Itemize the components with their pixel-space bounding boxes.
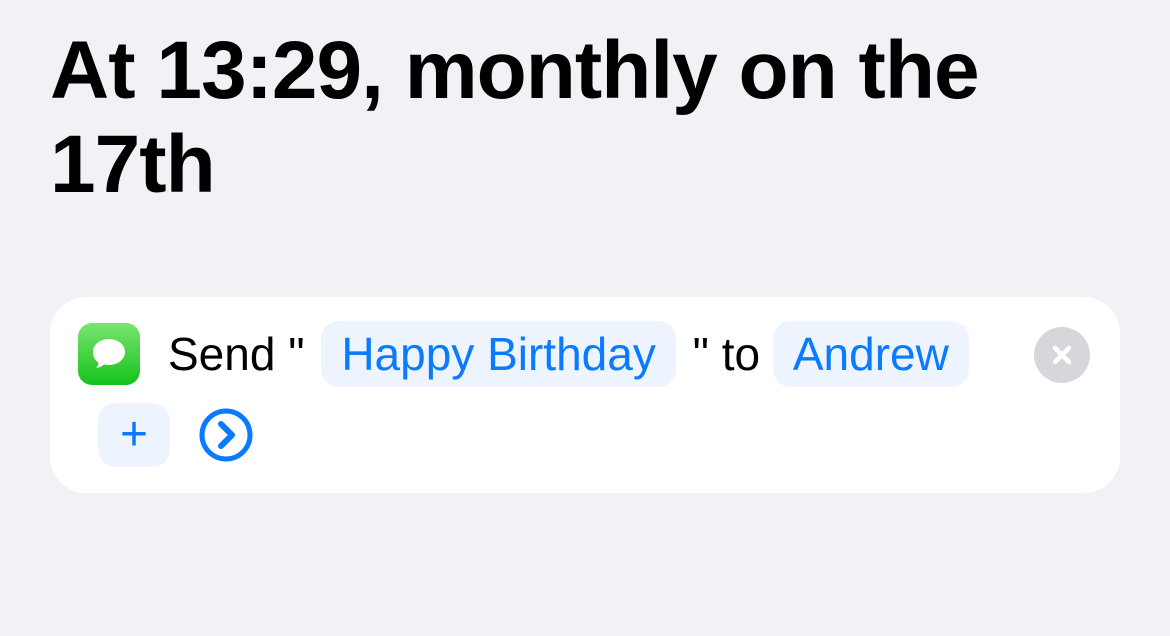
expand-button[interactable] <box>196 405 256 465</box>
action-row: Send " Happy Birthday " to Andrew + <box>78 321 1092 467</box>
send-prefix: Send " <box>168 323 317 385</box>
add-button[interactable]: + <box>98 403 170 467</box>
send-suffix: " to <box>680 323 773 385</box>
messages-icon <box>78 323 140 385</box>
delete-button[interactable] <box>1034 327 1090 383</box>
recipient-token[interactable]: Andrew <box>773 321 969 387</box>
action-card[interactable]: Send " Happy Birthday " to Andrew + <box>50 297 1120 493</box>
automation-title[interactable]: At 13:29, monthly on the 17th <box>50 24 1120 213</box>
message-token[interactable]: Happy Birthday <box>321 321 676 387</box>
